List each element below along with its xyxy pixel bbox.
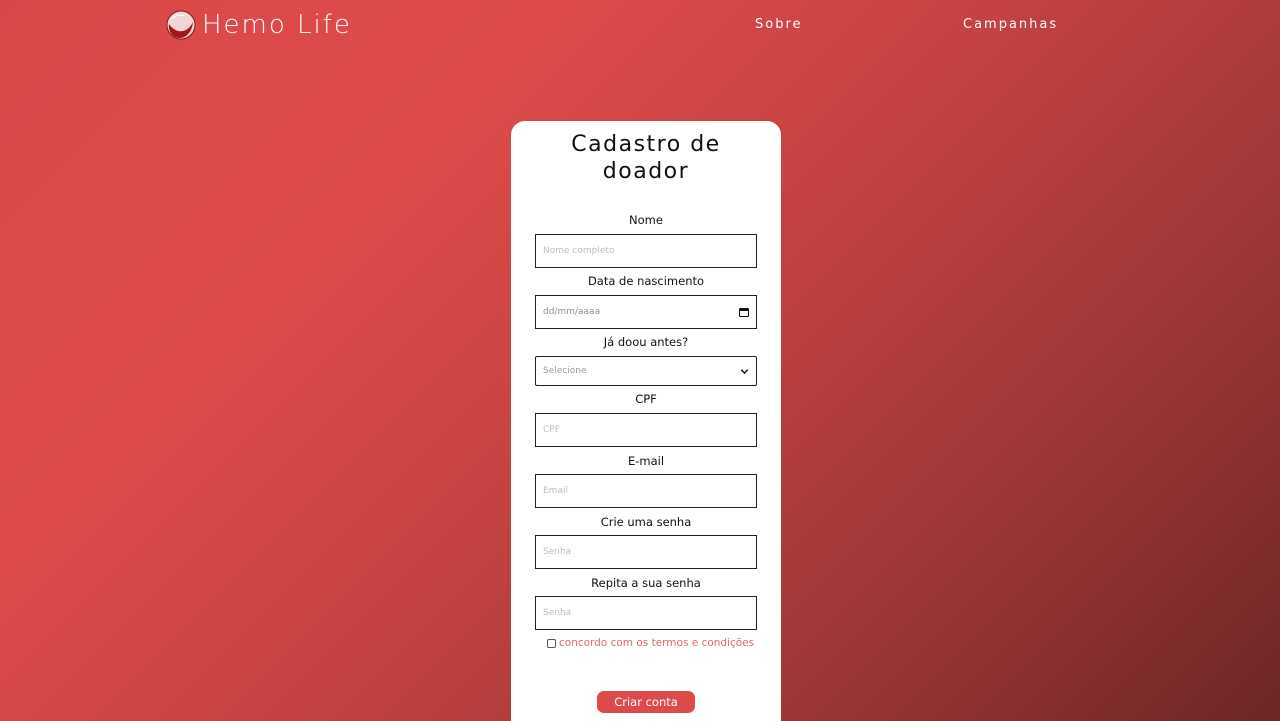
- date-placeholder: dd/mm/aaaa: [543, 307, 601, 317]
- form-title-line-1: Cadastro de: [571, 132, 721, 157]
- senha-label: Crie uma senha: [600, 515, 692, 529]
- form-title-line-2: doador: [602, 159, 690, 184]
- doou-selected-value: Selecione: [543, 366, 587, 376]
- senha-input[interactable]: [535, 535, 757, 569]
- donor-registration-card: Cadastro de doador Nome Data de nascimen…: [511, 121, 781, 721]
- nav-link-sobre[interactable]: Sobre: [755, 17, 803, 32]
- email-label: E-mail: [627, 454, 665, 468]
- nav-link-campanhas[interactable]: Campanhas: [963, 17, 1058, 32]
- nascimento-label: Data de nascimento: [587, 274, 705, 288]
- calendar-icon[interactable]: [739, 307, 749, 317]
- terms-label[interactable]: concordo com os termos e condições: [559, 637, 754, 649]
- terms-checkbox[interactable]: [547, 638, 556, 648]
- cpf-input[interactable]: [535, 413, 757, 447]
- nascimento-date-input[interactable]: dd/mm/aaaa: [535, 295, 757, 329]
- blood-drop-logo-icon: [166, 10, 196, 40]
- brand[interactable]: Hemo Life: [166, 8, 352, 42]
- repita-senha-label: Repita a sua senha: [591, 576, 701, 590]
- chevron-down-icon: [740, 368, 749, 374]
- brand-name: Hemo Life: [202, 10, 352, 40]
- nome-input[interactable]: [535, 234, 757, 268]
- form-title: Cadastro de doador: [511, 131, 781, 185]
- create-account-button[interactable]: Criar conta: [597, 691, 695, 713]
- top-navigation: Hemo Life Sobre Campanhas: [0, 0, 1280, 50]
- cpf-label: CPF: [635, 392, 657, 406]
- nome-label: Nome: [629, 213, 663, 227]
- doou-select[interactable]: Selecione: [535, 356, 757, 386]
- terms-agreement: concordo com os termos e condições: [547, 637, 754, 649]
- repita-senha-input[interactable]: [535, 596, 757, 630]
- email-input[interactable]: [535, 474, 757, 508]
- doou-label: Já doou antes?: [603, 335, 689, 349]
